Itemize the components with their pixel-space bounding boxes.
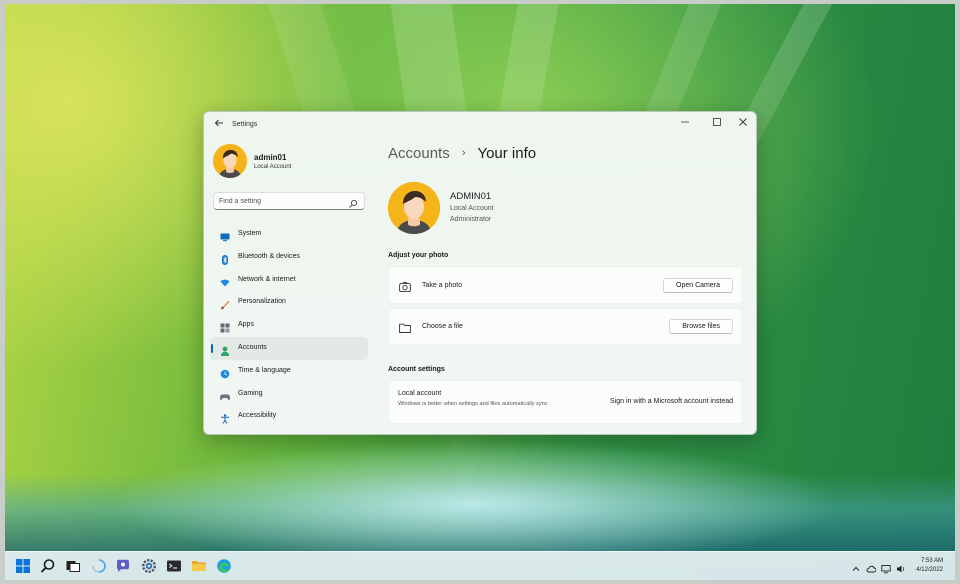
- sidebar-item-label: Accounts: [238, 343, 267, 351]
- local-account-description: Windows is better when settings and file…: [398, 401, 548, 407]
- windows-start-icon[interactable]: [15, 558, 31, 574]
- task-view-icon[interactable]: [65, 558, 81, 574]
- taskbar: 7:53 AM 4/12/2022: [5, 551, 955, 580]
- profile-name: admin01: [254, 153, 287, 162]
- settings-window: Settings admin01 Local Account Find a se…: [203, 111, 757, 435]
- terminal-icon[interactable]: [166, 558, 182, 574]
- wifi-icon: [220, 275, 230, 287]
- cloud-icon[interactable]: [866, 561, 877, 573]
- folder-icon: [399, 321, 411, 333]
- browse-files-button[interactable]: Browse files: [669, 319, 733, 334]
- adjust-photo-heading: Adjust your photo: [388, 252, 449, 259]
- sidebar-item-network[interactable]: Network & internet: [210, 269, 368, 292]
- open-camera-button[interactable]: Open Camera: [663, 278, 733, 293]
- gamepad-icon: [220, 389, 230, 400]
- choose-file-label: Choose a file: [422, 323, 463, 330]
- user-name: ADMIN01: [450, 191, 492, 202]
- clock-time: 7:53 AM: [920, 558, 943, 564]
- sidebar-item-label: Bluetooth & devices: [238, 252, 300, 260]
- sign-in-microsoft-link[interactable]: Sign in with a Microsoft account instead: [610, 398, 733, 405]
- close-button[interactable]: [732, 116, 754, 130]
- sidebar-item-accessibility[interactable]: Accessibility: [210, 405, 368, 428]
- breadcrumb: Accounts › Your info: [388, 145, 536, 162]
- choose-file-card: Choose a file Browse files: [388, 308, 743, 345]
- settings-icon[interactable]: [141, 558, 157, 574]
- edge-icon[interactable]: [216, 558, 232, 574]
- file-explorer-icon[interactable]: [191, 558, 207, 574]
- widgets-icon[interactable]: [91, 558, 107, 574]
- window-title: Settings: [232, 121, 258, 128]
- sidebar-item-accounts[interactable]: Accounts: [210, 336, 368, 360]
- monitor-icon: [220, 229, 230, 242]
- user-avatar: [388, 182, 440, 234]
- maximize-button[interactable]: [706, 116, 728, 130]
- apps-icon: [220, 320, 230, 333]
- system-clock[interactable]: 7:53 AM 4/12/2022: [916, 557, 943, 575]
- sidebar-item-gaming[interactable]: Gaming: [210, 383, 368, 406]
- take-photo-card: Take a photo Open Camera: [388, 266, 743, 304]
- user-account-type: Local Account: [450, 205, 494, 212]
- sidebar-item-label: Gaming: [238, 389, 263, 397]
- search-icon[interactable]: [40, 558, 56, 574]
- profile-account-type: Local Account: [254, 164, 292, 170]
- sidebar-item-bluetooth[interactable]: Bluetooth & devices: [210, 246, 368, 269]
- sidebar-item-label: Accessibility: [238, 412, 277, 420]
- user-role: Administrator: [450, 216, 492, 223]
- bluetooth-icon: [220, 252, 230, 265]
- volume-icon[interactable]: [896, 561, 906, 573]
- network-icon[interactable]: [881, 561, 891, 574]
- sidebar-item-label: Personalization: [238, 298, 286, 306]
- chat-icon[interactable]: [115, 558, 131, 574]
- person-icon: [220, 343, 230, 356]
- account-settings-heading: Account settings: [388, 366, 445, 373]
- sidebar-item-apps[interactable]: Apps: [210, 314, 368, 337]
- take-photo-label: Take a photo: [422, 282, 463, 289]
- avatar: [213, 144, 247, 178]
- chevron-up-icon[interactable]: [851, 561, 861, 571]
- minimize-button[interactable]: [674, 116, 696, 130]
- sidebar-item-label: Time & language: [238, 366, 291, 374]
- sidebar-item-label: Network & internet: [238, 275, 296, 283]
- search-box[interactable]: [213, 192, 365, 210]
- page-title: Your info: [477, 145, 537, 162]
- sidebar-item-personalization[interactable]: Personalization: [210, 291, 368, 314]
- sidebar-item-system[interactable]: System: [210, 223, 368, 246]
- breadcrumb-parent[interactable]: Accounts: [388, 145, 450, 162]
- clock-date: 4/12/2022: [916, 567, 943, 573]
- search-icon[interactable]: [348, 196, 358, 208]
- brush-icon: [220, 297, 230, 310]
- sidebar-item-label: System: [238, 230, 262, 237]
- globe-clock-icon: [220, 366, 230, 379]
- search-input[interactable]: [219, 195, 344, 208]
- local-account-title: Local account: [398, 390, 442, 397]
- accessibility-icon: [220, 411, 230, 425]
- chevron-right-icon: ›: [461, 147, 466, 159]
- sidebar-item-label: Apps: [238, 321, 254, 329]
- sidebar-nav: System Bluetooth & devices Network & int…: [210, 223, 368, 428]
- title-bar[interactable]: Settings: [204, 112, 756, 138]
- back-arrow-icon[interactable]: [212, 118, 226, 132]
- local-account-card: Local account Windows is better when set…: [388, 380, 743, 424]
- sidebar-item-time-language[interactable]: Time & language: [210, 360, 368, 383]
- camera-icon: [399, 280, 411, 293]
